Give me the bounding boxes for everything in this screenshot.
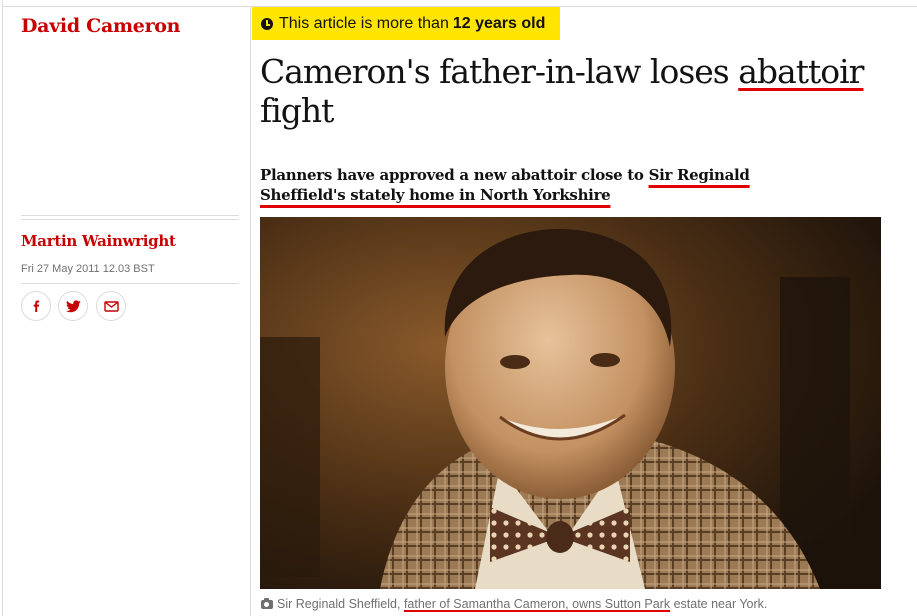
clock-icon [261,17,273,30]
share-facebook-button[interactable] [21,291,51,321]
age-notice-prefix: This article is more than [279,14,449,32]
caption-end: estate near York. [673,597,768,611]
caption-start: Sir Reginald Sheffield, [277,597,401,611]
twitter-icon [65,299,81,312]
portrait-illustration [260,217,881,589]
headline-start: Cameron's father-in-law loses [260,52,730,91]
headline-highlight: abattoir [738,52,864,91]
share-twitter-button[interactable] [58,291,88,321]
headline-end: fight [260,91,334,130]
publish-date: Fri 27 May 2011 12.03 BST [21,263,155,275]
headline: Cameron's father-in-law loses abattoir f… [260,52,900,130]
photo-caption: Sir Reginald Sheffield, father of Samant… [261,597,901,611]
section-link[interactable]: David Cameron [21,15,180,37]
email-icon [103,300,119,312]
page-border-left [2,0,3,616]
meta-divider [21,215,239,220]
column-divider [250,6,251,616]
facebook-icon [33,300,40,312]
camera-icon [261,598,273,609]
caption-highlight: father of Samantha Cameron, owns Sutton … [403,597,671,611]
share-email-button[interactable] [96,291,126,321]
article-photo[interactable] [260,217,881,589]
age-notice-age: 12 years old [452,14,546,32]
meta-rule [21,283,239,284]
standfirst-text: Planners have approved a new abattoir cl… [260,166,644,184]
author-link[interactable]: Martin Wainwright [21,232,176,250]
article-age-badge: This article is more than 12 years old [252,7,561,40]
standfirst: Planners have approved a new abattoir cl… [260,165,780,205]
